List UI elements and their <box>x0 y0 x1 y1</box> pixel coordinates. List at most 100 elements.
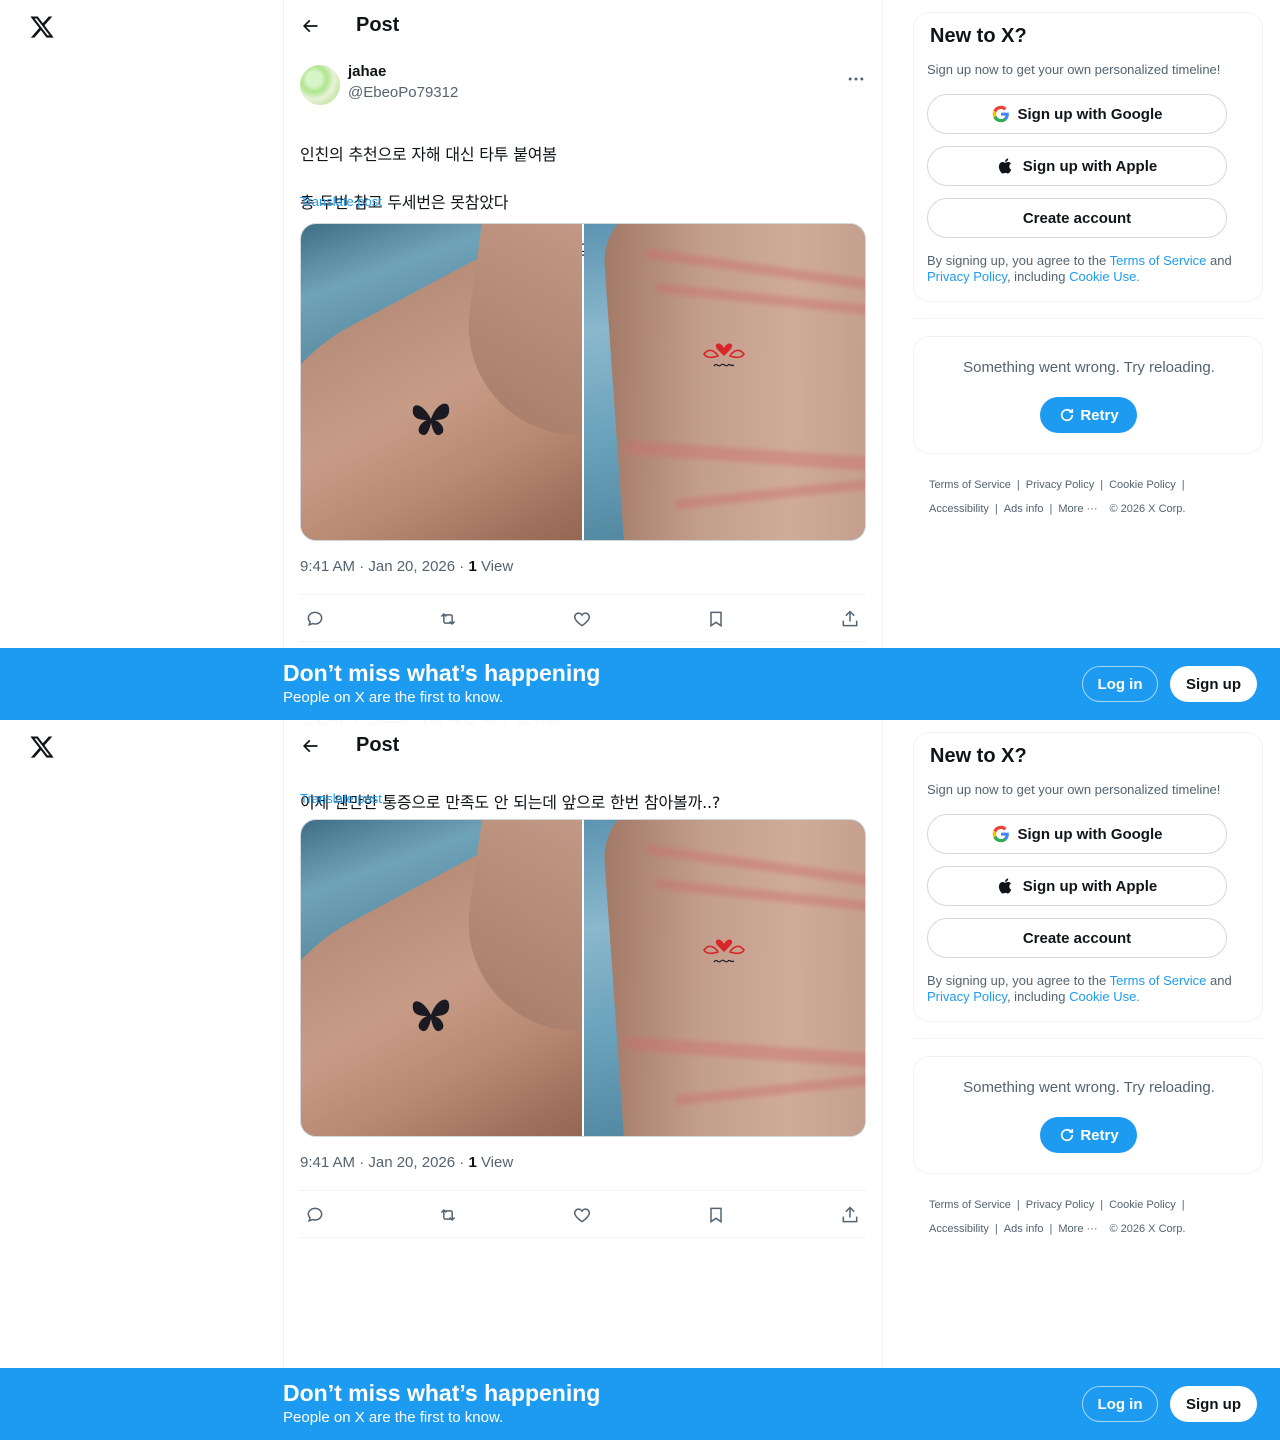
more-icon[interactable] <box>846 69 866 89</box>
share-icon[interactable] <box>840 1205 860 1225</box>
repost-icon[interactable] <box>438 609 458 629</box>
footer-terms-link[interactable]: Terms of Service <box>929 1199 1011 1211</box>
sidebar-divider <box>913 318 1263 319</box>
footer-row: Accessibility | Ads info | More ··· © 2026 X … <box>929 503 1186 515</box>
footer-privacy-link[interactable]: Privacy Policy <box>1026 479 1094 491</box>
terms-text: , including <box>1006 989 1070 1004</box>
view-label: View <box>476 558 514 575</box>
banner-title: Don’t miss what’s happening <box>283 660 601 686</box>
avatar[interactable] <box>300 65 340 105</box>
cookie-link[interactable]: Cookie Use. <box>1069 269 1140 284</box>
post-author: jahae @EbeoPo79312 <box>300 61 866 109</box>
error-card: Something went wrong. Try reloading. Ret… <box>913 336 1263 454</box>
signup-card: New to X? Sign up now to get your own pe… <box>913 732 1263 1022</box>
page-title: Post <box>356 14 400 36</box>
author-handle[interactable]: @EbeoPo79312 <box>348 84 458 101</box>
footer-privacy-link[interactable]: Privacy Policy <box>1026 1199 1094 1211</box>
terms-link[interactable]: Terms of Service <box>1110 253 1207 268</box>
signup-button[interactable]: Sign up <box>1170 1386 1257 1422</box>
like-icon[interactable] <box>572 609 592 629</box>
bookmark-icon[interactable] <box>706 1205 726 1225</box>
signup-google-label: Sign up with Google <box>1017 105 1163 123</box>
apple-icon <box>998 158 1011 174</box>
footer-more-link[interactable]: More ··· <box>1058 503 1097 515</box>
signup-google-button[interactable]: Sign up with Google <box>927 814 1227 854</box>
terms-text: , including <box>1006 269 1070 284</box>
footer-terms-link[interactable]: Terms of Service <box>929 479 1011 491</box>
post-timestamp[interactable]: 9:41 AM · Jan 20, 2026 · 1 View <box>300 1154 513 1171</box>
post-time[interactable]: 9:41 AM · Jan 20, 2026 · <box>300 558 468 575</box>
retry-label: Retry <box>1080 406 1119 424</box>
footer-copyright: © 2026 X Corp. <box>1109 503 1186 515</box>
retry-button[interactable]: Retry <box>1040 397 1137 433</box>
signup-apple-button[interactable]: Sign up with Apple <box>927 146 1227 186</box>
view-count: 1 <box>468 1154 477 1171</box>
bookmark-icon[interactable] <box>706 609 726 629</box>
refresh-icon <box>1061 1128 1074 1142</box>
signup-google-button[interactable]: Sign up with Google <box>927 94 1227 134</box>
terms-text: and <box>1206 253 1232 268</box>
login-button[interactable]: Log in <box>1082 666 1158 702</box>
retry-button[interactable]: Retry <box>1040 1117 1137 1153</box>
footer-links: Terms of Service | Privacy Policy | Cookie P… <box>929 1193 1259 1241</box>
create-account-button[interactable]: Create account <box>927 918 1227 958</box>
signup-banner: Don’t miss what’s happening People on X … <box>0 1368 1280 1440</box>
signup-button[interactable]: Sign up <box>1170 666 1257 702</box>
repost-icon[interactable] <box>438 1205 458 1225</box>
footer-accessibility-link[interactable]: Accessibility <box>929 503 989 515</box>
post-text-line: 인친의 추천으로 자해 대신 타투 붙여봄 <box>300 145 557 164</box>
photo-heart-tattoo[interactable] <box>584 820 865 1136</box>
reply-icon[interactable] <box>305 1205 325 1225</box>
like-icon[interactable] <box>572 1205 592 1225</box>
main-column: Post jahae @EbeoPo79312 인친의 추천으로 자해 대신 타… <box>283 0 883 720</box>
banner-subtitle: People on X are the first to know. <box>283 1409 504 1426</box>
footer-ads-link[interactable]: Ads info <box>1004 503 1044 515</box>
signup-google-label: Sign up with Google <box>1017 825 1163 843</box>
footer-copyright: © 2026 X Corp. <box>1109 1223 1186 1235</box>
privacy-link[interactable]: Privacy Policy <box>927 989 1007 1004</box>
footer-cookie-link[interactable]: Cookie Policy <box>1109 1199 1176 1211</box>
butterfly-tattoo-icon <box>412 999 450 1032</box>
share-icon[interactable] <box>840 609 860 629</box>
banner-title: Don’t miss what’s happening <box>283 1380 601 1406</box>
x-logo-icon[interactable] <box>29 14 55 40</box>
post-timestamp[interactable]: 9:41 AM · Jan 20, 2026 · 1 View <box>300 558 513 575</box>
footer-row: Terms of Service | Privacy Policy | Cookie P… <box>929 479 1185 491</box>
footer-accessibility-link[interactable]: Accessibility <box>929 1223 989 1235</box>
signup-apple-button[interactable]: Sign up with Apple <box>927 866 1227 906</box>
reply-icon[interactable] <box>305 609 325 629</box>
terms-link[interactable]: Terms of Service <box>1110 973 1207 988</box>
cookie-link[interactable]: Cookie Use. <box>1069 989 1140 1004</box>
signup-terms: By signing up, you agree to the Terms of… <box>927 973 1251 1005</box>
post-media[interactable] <box>300 819 866 1137</box>
footer-ads-link[interactable]: Ads info <box>1004 1223 1044 1235</box>
page-title: Post <box>356 734 400 756</box>
sidebar-divider <box>913 1038 1263 1039</box>
translate-post-link[interactable]: Translate post <box>300 791 382 806</box>
author-name[interactable]: jahae <box>348 63 386 80</box>
post-media[interactable] <box>300 223 866 541</box>
login-button[interactable]: Log in <box>1082 1386 1158 1422</box>
photo-butterfly-tattoo[interactable] <box>301 820 582 1136</box>
back-arrow-icon[interactable] <box>300 16 320 36</box>
retry-label: Retry <box>1080 1126 1119 1144</box>
post-time[interactable]: 9:41 AM · Jan 20, 2026 · <box>300 1154 468 1171</box>
error-card: Something went wrong. Try reloading. Ret… <box>913 1056 1263 1174</box>
top-bar: Post <box>284 0 882 53</box>
signup-subtitle: Sign up now to get your own personalized… <box>927 782 1221 797</box>
create-account-button[interactable]: Create account <box>927 198 1227 238</box>
signup-apple-label: Sign up with Apple <box>1022 157 1158 175</box>
photo-butterfly-tattoo[interactable] <box>301 224 582 540</box>
heart-wings-tattoo-icon <box>703 939 745 963</box>
viewport-bottom: 인친의 추천으로 자해 대신 타투 붙여봄 Post 이제 웬만한 통증으로 만… <box>0 720 1280 1440</box>
footer-more-link[interactable]: More ··· <box>1058 1223 1097 1235</box>
view-count: 1 <box>468 558 477 575</box>
footer-cookie-link[interactable]: Cookie Policy <box>1109 479 1176 491</box>
back-arrow-icon[interactable] <box>300 736 320 756</box>
footer-row: Accessibility | Ads info | More ··· © 2026 X … <box>929 1223 1186 1235</box>
error-message: Something went wrong. Try reloading. <box>963 1079 1215 1096</box>
translate-post-link[interactable]: Translate post <box>300 194 382 209</box>
x-logo-icon[interactable] <box>29 734 55 760</box>
privacy-link[interactable]: Privacy Policy <box>927 269 1007 284</box>
photo-heart-tattoo[interactable] <box>584 224 865 540</box>
